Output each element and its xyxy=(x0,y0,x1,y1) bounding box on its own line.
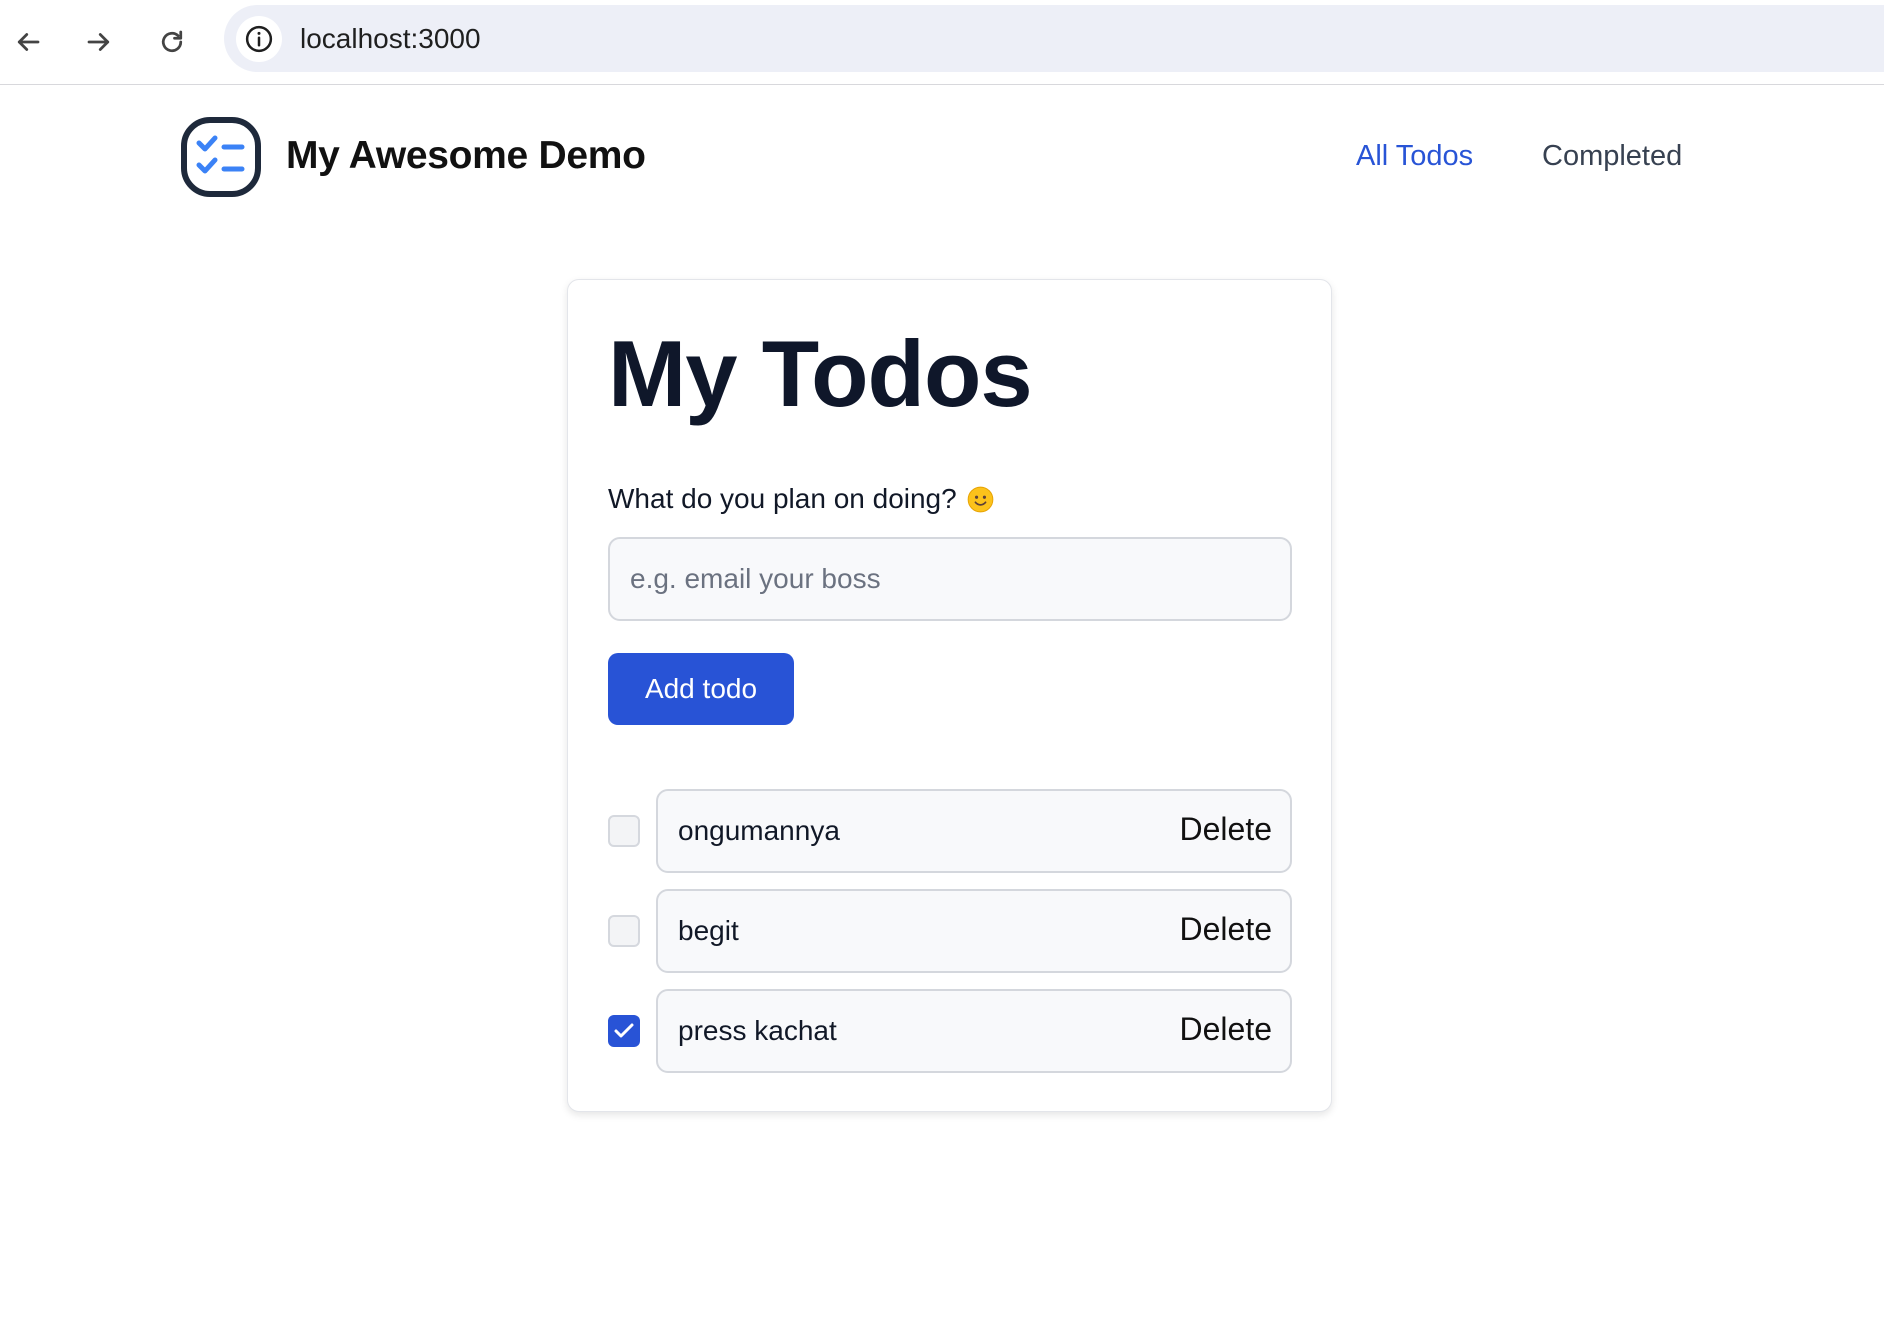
todo-item-box: begit Delete xyxy=(656,889,1292,973)
site-info-button[interactable] xyxy=(236,15,282,62)
todo-text: press kachat xyxy=(678,1015,837,1046)
checkmark-icon xyxy=(614,1023,634,1038)
address-bar[interactable]: localhost:3000 xyxy=(224,5,1884,72)
todo-item: press kachat Delete xyxy=(608,989,1292,1073)
todo-checkbox-checked[interactable] xyxy=(608,1015,640,1047)
nav-completed[interactable]: Completed xyxy=(1542,140,1682,173)
page-title: My Todos xyxy=(608,321,1033,426)
browser-toolbar: localhost:3000 xyxy=(0,0,1884,85)
app-header: My Awesome Demo All Todos Completed xyxy=(0,84,1884,234)
nav-all-todos[interactable]: All Todos xyxy=(1356,140,1473,173)
delete-button[interactable]: Delete xyxy=(1180,811,1273,848)
todo-item: ongumannya Delete xyxy=(608,789,1292,873)
input-label-text: What do you plan on doing? xyxy=(608,483,957,514)
todo-card: My Todos What do you plan on doing? Add … xyxy=(567,279,1332,1112)
forward-button[interactable] xyxy=(77,20,121,64)
add-todo-button[interactable]: Add todo xyxy=(608,653,794,725)
todo-checkbox[interactable] xyxy=(608,915,640,947)
url-text[interactable]: localhost:3000 xyxy=(300,23,481,55)
reload-button[interactable] xyxy=(150,20,194,64)
todo-text: ongumannya xyxy=(678,815,840,846)
delete-button[interactable]: Delete xyxy=(1180,911,1273,948)
arrow-right-icon xyxy=(87,33,110,51)
info-circle-icon xyxy=(245,25,273,52)
arrow-left-icon xyxy=(17,33,40,51)
delete-button[interactable]: Delete xyxy=(1180,1011,1273,1048)
todo-item: begit Delete xyxy=(608,889,1292,973)
smiling-face-icon xyxy=(967,486,994,512)
new-todo-input[interactable] xyxy=(608,537,1292,621)
input-label: What do you plan on doing? xyxy=(608,483,994,515)
brand-title[interactable]: My Awesome Demo xyxy=(286,134,646,178)
reload-icon xyxy=(161,30,183,53)
todo-checkbox[interactable] xyxy=(608,815,640,847)
todo-item-box: press kachat Delete xyxy=(656,989,1292,1073)
checklist-logo-icon[interactable] xyxy=(180,116,262,198)
todo-item-box: ongumannya Delete xyxy=(656,789,1292,873)
todo-text: begit xyxy=(678,915,739,946)
back-button[interactable] xyxy=(6,20,50,64)
